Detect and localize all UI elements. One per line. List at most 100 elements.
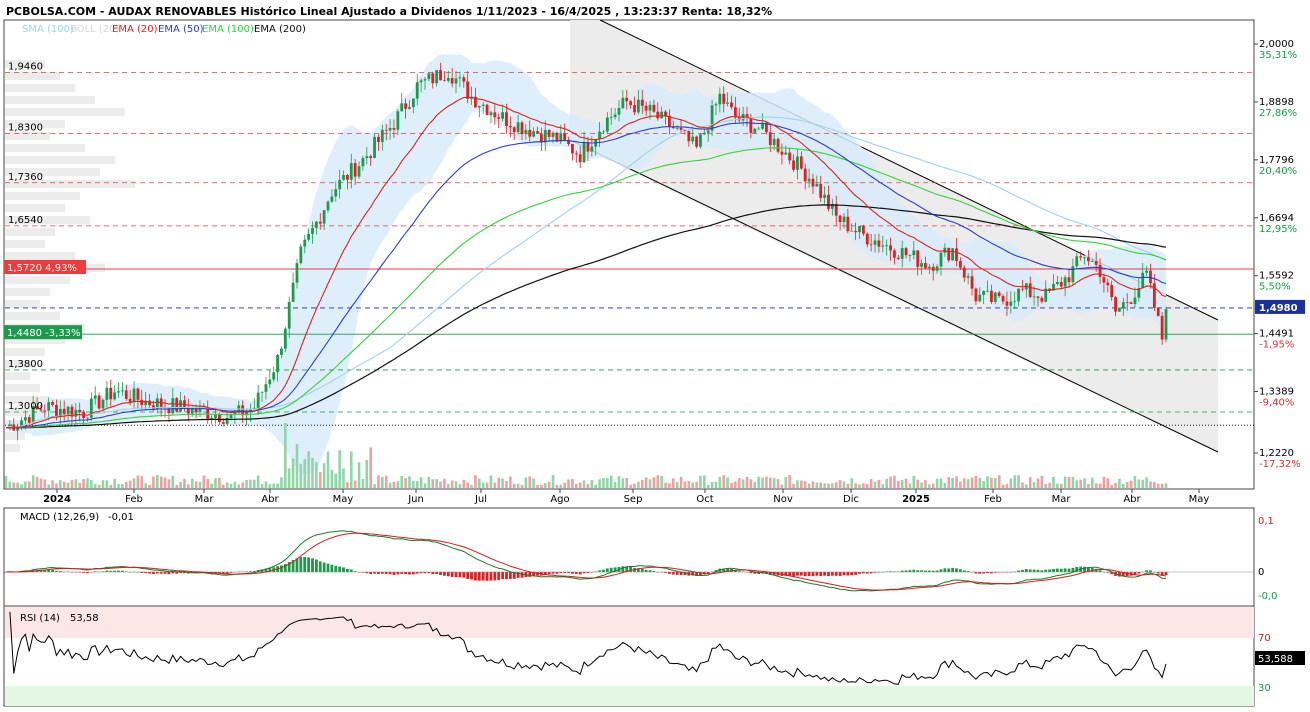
time-label-2: Mar — [195, 494, 215, 505]
volume-bar — [206, 479, 210, 488]
volume-bar — [571, 478, 574, 488]
candle-body — [714, 104, 718, 106]
profile-bar — [5, 432, 25, 440]
volume-bar — [78, 482, 82, 488]
candle-body — [109, 387, 113, 400]
volume-bar — [904, 478, 908, 488]
volume-bar — [501, 478, 504, 488]
candle-body — [311, 228, 314, 234]
volume-bar — [1056, 483, 1059, 488]
candle-body — [396, 111, 400, 130]
candle-body — [578, 154, 582, 163]
time-label-11: Dic — [843, 494, 859, 505]
candle-body — [1036, 296, 1040, 298]
volume-bar — [617, 476, 621, 488]
volume-bar — [536, 484, 539, 488]
candle-body — [326, 201, 330, 211]
price-tick-label-0: 2,0000 — [1259, 39, 1294, 50]
volume-bar — [776, 479, 780, 488]
candle-body — [346, 175, 349, 180]
volume-bar — [520, 484, 524, 488]
volume-bar — [811, 481, 815, 488]
volume-bar — [974, 475, 978, 488]
candle-body — [702, 132, 706, 135]
candle-body — [175, 398, 179, 412]
candle-body — [454, 78, 458, 84]
time-label-15: Abr — [1123, 494, 1141, 505]
volume-bar — [446, 484, 450, 488]
macd-label: MACD (12,26,9) — [20, 512, 99, 523]
volume-bar — [858, 484, 861, 488]
candle-body — [598, 131, 601, 140]
candle-body — [629, 101, 633, 106]
volume-bar — [70, 479, 74, 488]
volume-bar — [264, 481, 268, 488]
time-axis: 2024 Feb Mar Abr May Jun Jul Ago Sep Oct Nov Dic 202… — [43, 489, 1209, 505]
candle-body — [283, 328, 287, 349]
volume-bar — [637, 481, 640, 488]
macd-histogram-bar — [501, 572, 504, 580]
candle-body — [582, 142, 586, 163]
volume-bar — [435, 479, 438, 488]
candle-body — [264, 384, 268, 392]
candle-body — [974, 288, 978, 302]
stock-chart[interactable]: PCBOLSA.COM - AUDAX RENOVABLES Histórico… — [0, 0, 1310, 712]
candle-body — [357, 166, 361, 177]
volume-bar — [16, 482, 19, 488]
volume-bar — [730, 482, 733, 488]
candle-body — [609, 116, 613, 118]
volume-bar — [679, 477, 683, 488]
candle-body — [330, 196, 334, 202]
volume-bar — [567, 479, 570, 488]
candle-body — [338, 179, 342, 190]
volume-bar — [4, 476, 8, 488]
volume-bar — [885, 478, 888, 488]
volume-bar — [722, 475, 726, 488]
volume-bar — [427, 477, 431, 488]
macd-histogram-bar — [307, 557, 311, 572]
macd-histogram-bar — [1063, 568, 1067, 572]
macd-histogram-bar — [311, 558, 314, 572]
volume-bar — [1071, 476, 1075, 488]
volume-bar — [1052, 477, 1055, 488]
volume-bar — [74, 479, 78, 488]
candle-body — [784, 152, 788, 155]
candle-body — [117, 391, 120, 393]
candle-body — [233, 412, 237, 414]
macd-signal-line — [6, 532, 1167, 591]
volume-bar — [1141, 479, 1145, 488]
volume-bar — [633, 483, 636, 488]
candle-body — [563, 133, 567, 140]
profile-bar — [5, 96, 95, 104]
candle-body — [493, 112, 497, 118]
volume-bar — [920, 482, 923, 488]
candle-body — [47, 402, 51, 411]
candle-body — [489, 112, 493, 116]
macd-histogram-bar — [846, 572, 850, 576]
volume-bar — [365, 459, 369, 488]
volume-bar — [86, 478, 89, 488]
volume-bar — [412, 480, 415, 488]
candle-body — [113, 392, 117, 400]
candle-body — [55, 404, 58, 417]
candle-body — [528, 129, 532, 137]
candle-body — [722, 93, 726, 104]
volume-bar — [869, 479, 873, 488]
resistance-tag-text: 1,5720 4,93% — [7, 263, 77, 274]
volume-bar — [652, 477, 656, 488]
volume-bar — [353, 480, 357, 488]
candle-body — [505, 112, 508, 127]
volume-bar — [322, 463, 326, 488]
candle-body — [214, 414, 217, 418]
volume-bar — [121, 484, 124, 488]
macd-histogram-bar — [1052, 568, 1055, 572]
volume-bar — [90, 480, 93, 488]
chart-title: PCBOLSA.COM - AUDAX RENOVABLES Histórico… — [6, 5, 772, 18]
volume-bar — [24, 481, 27, 488]
candle-body — [62, 408, 66, 415]
volume-bar — [311, 457, 314, 488]
candle-body — [287, 301, 291, 329]
volume-bar — [132, 478, 136, 488]
volume-bar — [986, 476, 989, 488]
pct-tick-label-1: 27,86% — [1259, 108, 1297, 119]
